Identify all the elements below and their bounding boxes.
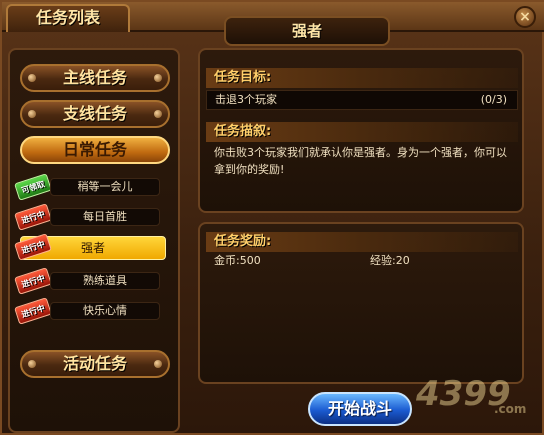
goal-heading: 任务目标: [206,68,518,88]
category-label: 日常任务 [62,140,127,159]
category-label: 支线任务 [62,104,127,123]
task-status-badge: 进行中 [14,297,52,325]
goal-text: 击退3个玩家 [215,93,277,106]
bolt-icon [28,360,36,368]
description-text: 你击败3个玩家我们就承认你是强者。身为一个强者，你可以拿到你的奖励! [214,146,507,176]
category-label: 主线任务 [62,68,127,87]
task-item-happy-mood[interactable]: 快乐心情 [50,302,160,320]
task-item-wait[interactable]: 稍等一会儿 [50,178,160,196]
window-title-tab: 任务列表 [6,4,130,32]
reward-gold: 金币:500 [214,254,261,267]
task-item-item-mastery[interactable]: 熟练道具 [50,272,160,290]
category-daily-quest-button[interactable]: 日常任务 [20,136,170,164]
start-battle-button[interactable]: 开始战斗 [308,392,412,426]
description-heading: 任务描叙: [206,122,518,142]
task-status-badge: 进行中 [14,267,52,295]
category-label: 活动任务 [62,354,127,373]
bolt-icon [28,110,36,118]
category-event-quest-button[interactable]: 活动任务 [20,350,170,378]
task-status-badge: 可领取 [14,173,52,201]
bolt-icon [154,74,162,82]
reward-exp: 经验:20 [370,254,410,267]
reward-row: 金币:500 经验:20 [206,252,518,270]
task-detail-panel: 任务目标: 击退3个玩家 (0/3) 任务描叙: 你击败3个玩家我们就承认你是强… [198,48,524,213]
goal-progress: (0/3) [480,93,507,106]
bolt-icon [28,74,36,82]
task-item-first-win[interactable]: 每日首胜 [50,208,160,226]
task-status-badge: 进行中 [14,203,52,231]
category-main-quest-button[interactable]: 主线任务 [20,64,170,92]
site-watermark: 4399 .com [416,374,526,424]
task-category-panel: 主线任务 支线任务 日常任务 可领取 稍等一会儿 进行中 每日首胜 强者 进行中… [8,48,180,433]
reward-panel: 任务奖励: 金币:500 经验:20 [198,222,524,384]
close-button[interactable]: × [514,6,536,28]
category-side-quest-button[interactable]: 支线任务 [20,100,170,128]
goal-row: 击退3个玩家 (0/3) [206,90,518,110]
selected-task-title: 强者 [224,16,390,46]
bolt-icon [154,360,162,368]
watermark-suffix: .com [494,402,527,416]
quest-window: 任务列表 × 强者 主线任务 支线任务 日常任务 可领取 稍等一会儿 进行中 每… [0,0,544,435]
bolt-icon [154,110,162,118]
reward-heading: 任务奖励: [206,232,518,252]
